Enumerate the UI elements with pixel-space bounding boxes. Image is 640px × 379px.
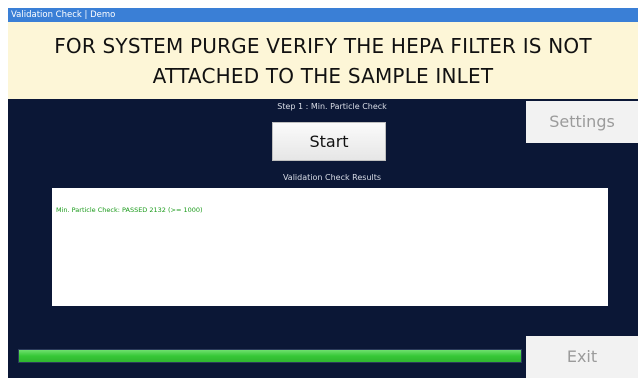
- warning-line-2: ATTACHED TO THE SAMPLE INLET: [152, 63, 494, 88]
- results-label: Validation Check Results: [282, 173, 382, 182]
- purge-warning-banner: FOR SYSTEM PURGE VERIFY THE HEPA FILTER …: [8, 22, 638, 99]
- result-line: Min. Particle Check: PASSED 2132 (>= 100…: [56, 206, 203, 214]
- app-window: Validation Check | Demo FOR SYSTEM PURGE…: [8, 8, 638, 378]
- results-output-box[interactable]: Min. Particle Check: PASSED 2132 (>= 100…: [52, 188, 608, 306]
- warning-line-1: FOR SYSTEM PURGE VERIFY THE HEPA FILTER …: [54, 33, 592, 58]
- exit-button[interactable]: Exit: [526, 336, 638, 378]
- window-title: Validation Check | Demo: [8, 8, 638, 22]
- start-button[interactable]: Start: [272, 122, 386, 161]
- warning-text: FOR SYSTEM PURGE VERIFY THE HEPA FILTER …: [54, 31, 592, 91]
- settings-button[interactable]: Settings: [526, 101, 638, 143]
- progress-bar: [18, 349, 522, 363]
- progress-bar-fill: [19, 350, 521, 362]
